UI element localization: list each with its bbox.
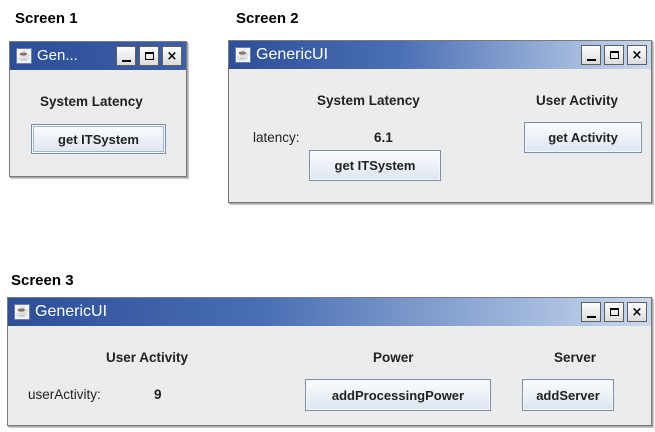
get-itsystem-button[interactable]: get ITSystem [31, 124, 166, 154]
add-server-button[interactable]: addServer [522, 379, 614, 411]
user-activity-heading: User Activity [106, 350, 189, 365]
power-heading: Power [373, 350, 414, 365]
window-screen1: ☕ Gen... × System Latency get ITSystem [9, 41, 187, 177]
user-activity-heading: User Activity [536, 93, 619, 108]
maximize-button[interactable] [604, 45, 624, 65]
window-screen2: ☕ GenericUI × System Latency User Activi… [228, 40, 652, 203]
maximize-button[interactable] [604, 302, 624, 322]
java-cup-icon: ☕ [16, 48, 32, 64]
titlebar[interactable]: ☕ GenericUI × [8, 298, 651, 326]
minimize-button[interactable] [116, 46, 136, 66]
get-activity-button[interactable]: get Activity [524, 122, 642, 153]
screen3-caption: Screen 3 [11, 272, 74, 289]
close-button[interactable]: × [627, 302, 647, 322]
maximize-icon [144, 52, 154, 60]
add-processing-power-button[interactable]: addProcessingPower [305, 379, 491, 411]
screen1-caption: Screen 1 [15, 10, 78, 27]
window-title: GenericUI [256, 46, 329, 63]
system-latency-heading: System Latency [317, 93, 420, 108]
window-title: Gen... [37, 47, 78, 64]
close-icon: × [631, 304, 643, 320]
minimize-icon [586, 58, 596, 61]
minimize-button[interactable] [581, 302, 601, 322]
server-heading: Server [554, 350, 597, 365]
window-title: GenericUI [35, 303, 108, 320]
latency-label: latency: [253, 130, 300, 145]
window-screen3: ☕ GenericUI × User Activity Power Server… [7, 297, 652, 426]
close-button[interactable]: × [627, 45, 647, 65]
screen2-caption: Screen 2 [236, 10, 299, 27]
close-icon: × [166, 48, 178, 64]
minimize-icon [121, 59, 131, 62]
maximize-button[interactable] [139, 46, 159, 66]
minimize-button[interactable] [581, 45, 601, 65]
minimize-icon [586, 315, 596, 318]
user-activity-value: 9 [154, 387, 162, 402]
close-button[interactable]: × [162, 46, 182, 66]
user-activity-label: userActivity: [28, 387, 101, 402]
maximize-icon [609, 51, 619, 59]
titlebar[interactable]: ☕ Gen... × [10, 42, 186, 70]
titlebar[interactable]: ☕ GenericUI × [229, 41, 651, 69]
maximize-icon [609, 308, 619, 316]
latency-value: 6.1 [374, 130, 393, 145]
get-itsystem-button[interactable]: get ITSystem [309, 150, 441, 181]
system-latency-heading: System Latency [40, 94, 143, 109]
java-cup-icon: ☕ [235, 47, 251, 63]
close-icon: × [631, 47, 643, 63]
java-cup-icon: ☕ [14, 304, 30, 320]
